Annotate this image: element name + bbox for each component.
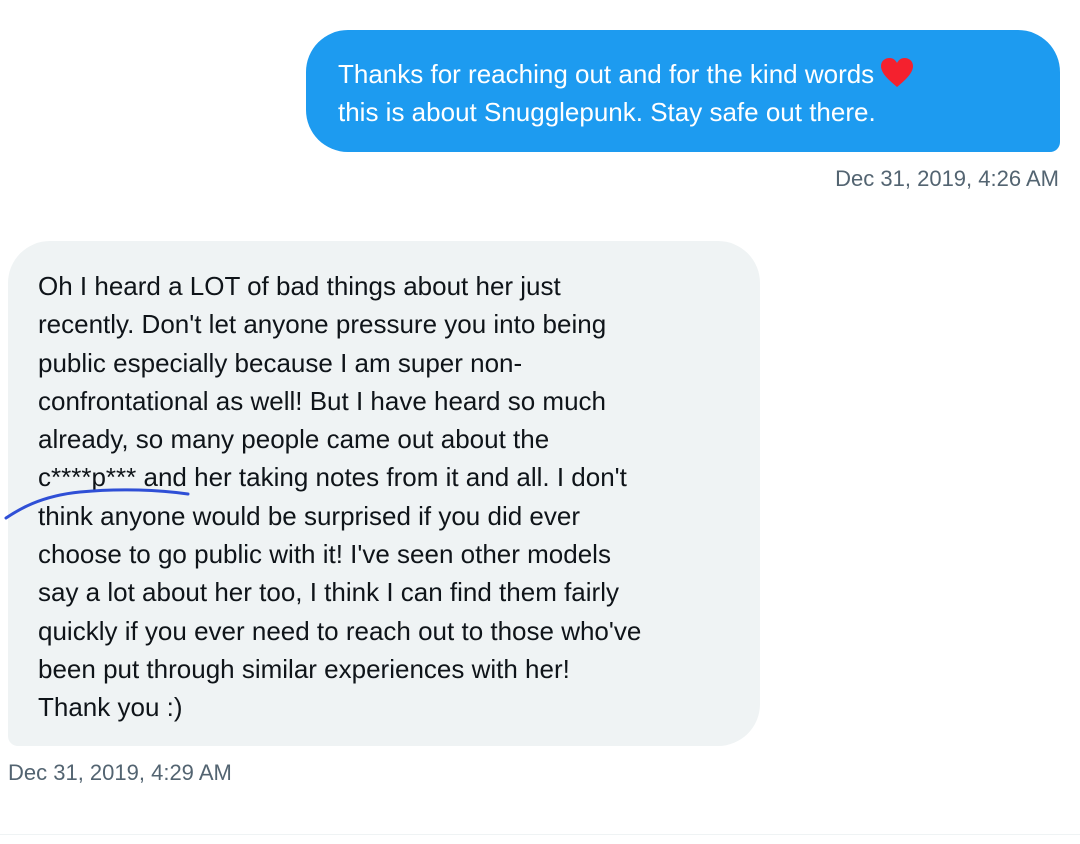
message-line: think anyone would be surprised if you d…	[38, 500, 580, 531]
sent-timestamp: Dec 31, 2019, 4:26 AM	[835, 166, 1059, 191]
received-message-bubble[interactable]: Oh I heard a LOT of bad things about her…	[8, 241, 760, 746]
message-line: recently. Don't let anyone pressure you …	[38, 309, 607, 340]
message-line: this is about Snugglepunk. Stay safe out…	[338, 97, 876, 127]
message-line: already, so many people came out about t…	[38, 424, 550, 455]
message-line: confrontational as well! But I have hear…	[38, 385, 606, 416]
message-line: say a lot about her too, I think I can f…	[38, 577, 619, 608]
message-line: been put through similar experiences wit…	[38, 653, 570, 684]
divider	[0, 834, 1080, 835]
message-line: public especially because I am super non…	[38, 347, 523, 378]
received-timestamp: Dec 31, 2019, 4:29 AM	[8, 760, 232, 785]
message-line: c****p*** and her taking notes from it a…	[38, 462, 627, 493]
message-line: Oh I heard a LOT of bad things about her…	[38, 271, 561, 301]
sent-message-bubble[interactable]: Thanks for reaching out and for the kind…	[306, 30, 1060, 152]
message-line: Thanks for reaching out and for the kind…	[338, 55, 1030, 93]
red-heart-icon	[881, 58, 914, 87]
dm-conversation: Thanks for reaching out and for the kind…	[0, 0, 1080, 844]
message-line: choose to go public with it! I've seen o…	[38, 539, 611, 570]
message-line: quickly if you ever need to reach out to…	[38, 615, 642, 646]
message-line: Thank you :)	[38, 692, 183, 723]
